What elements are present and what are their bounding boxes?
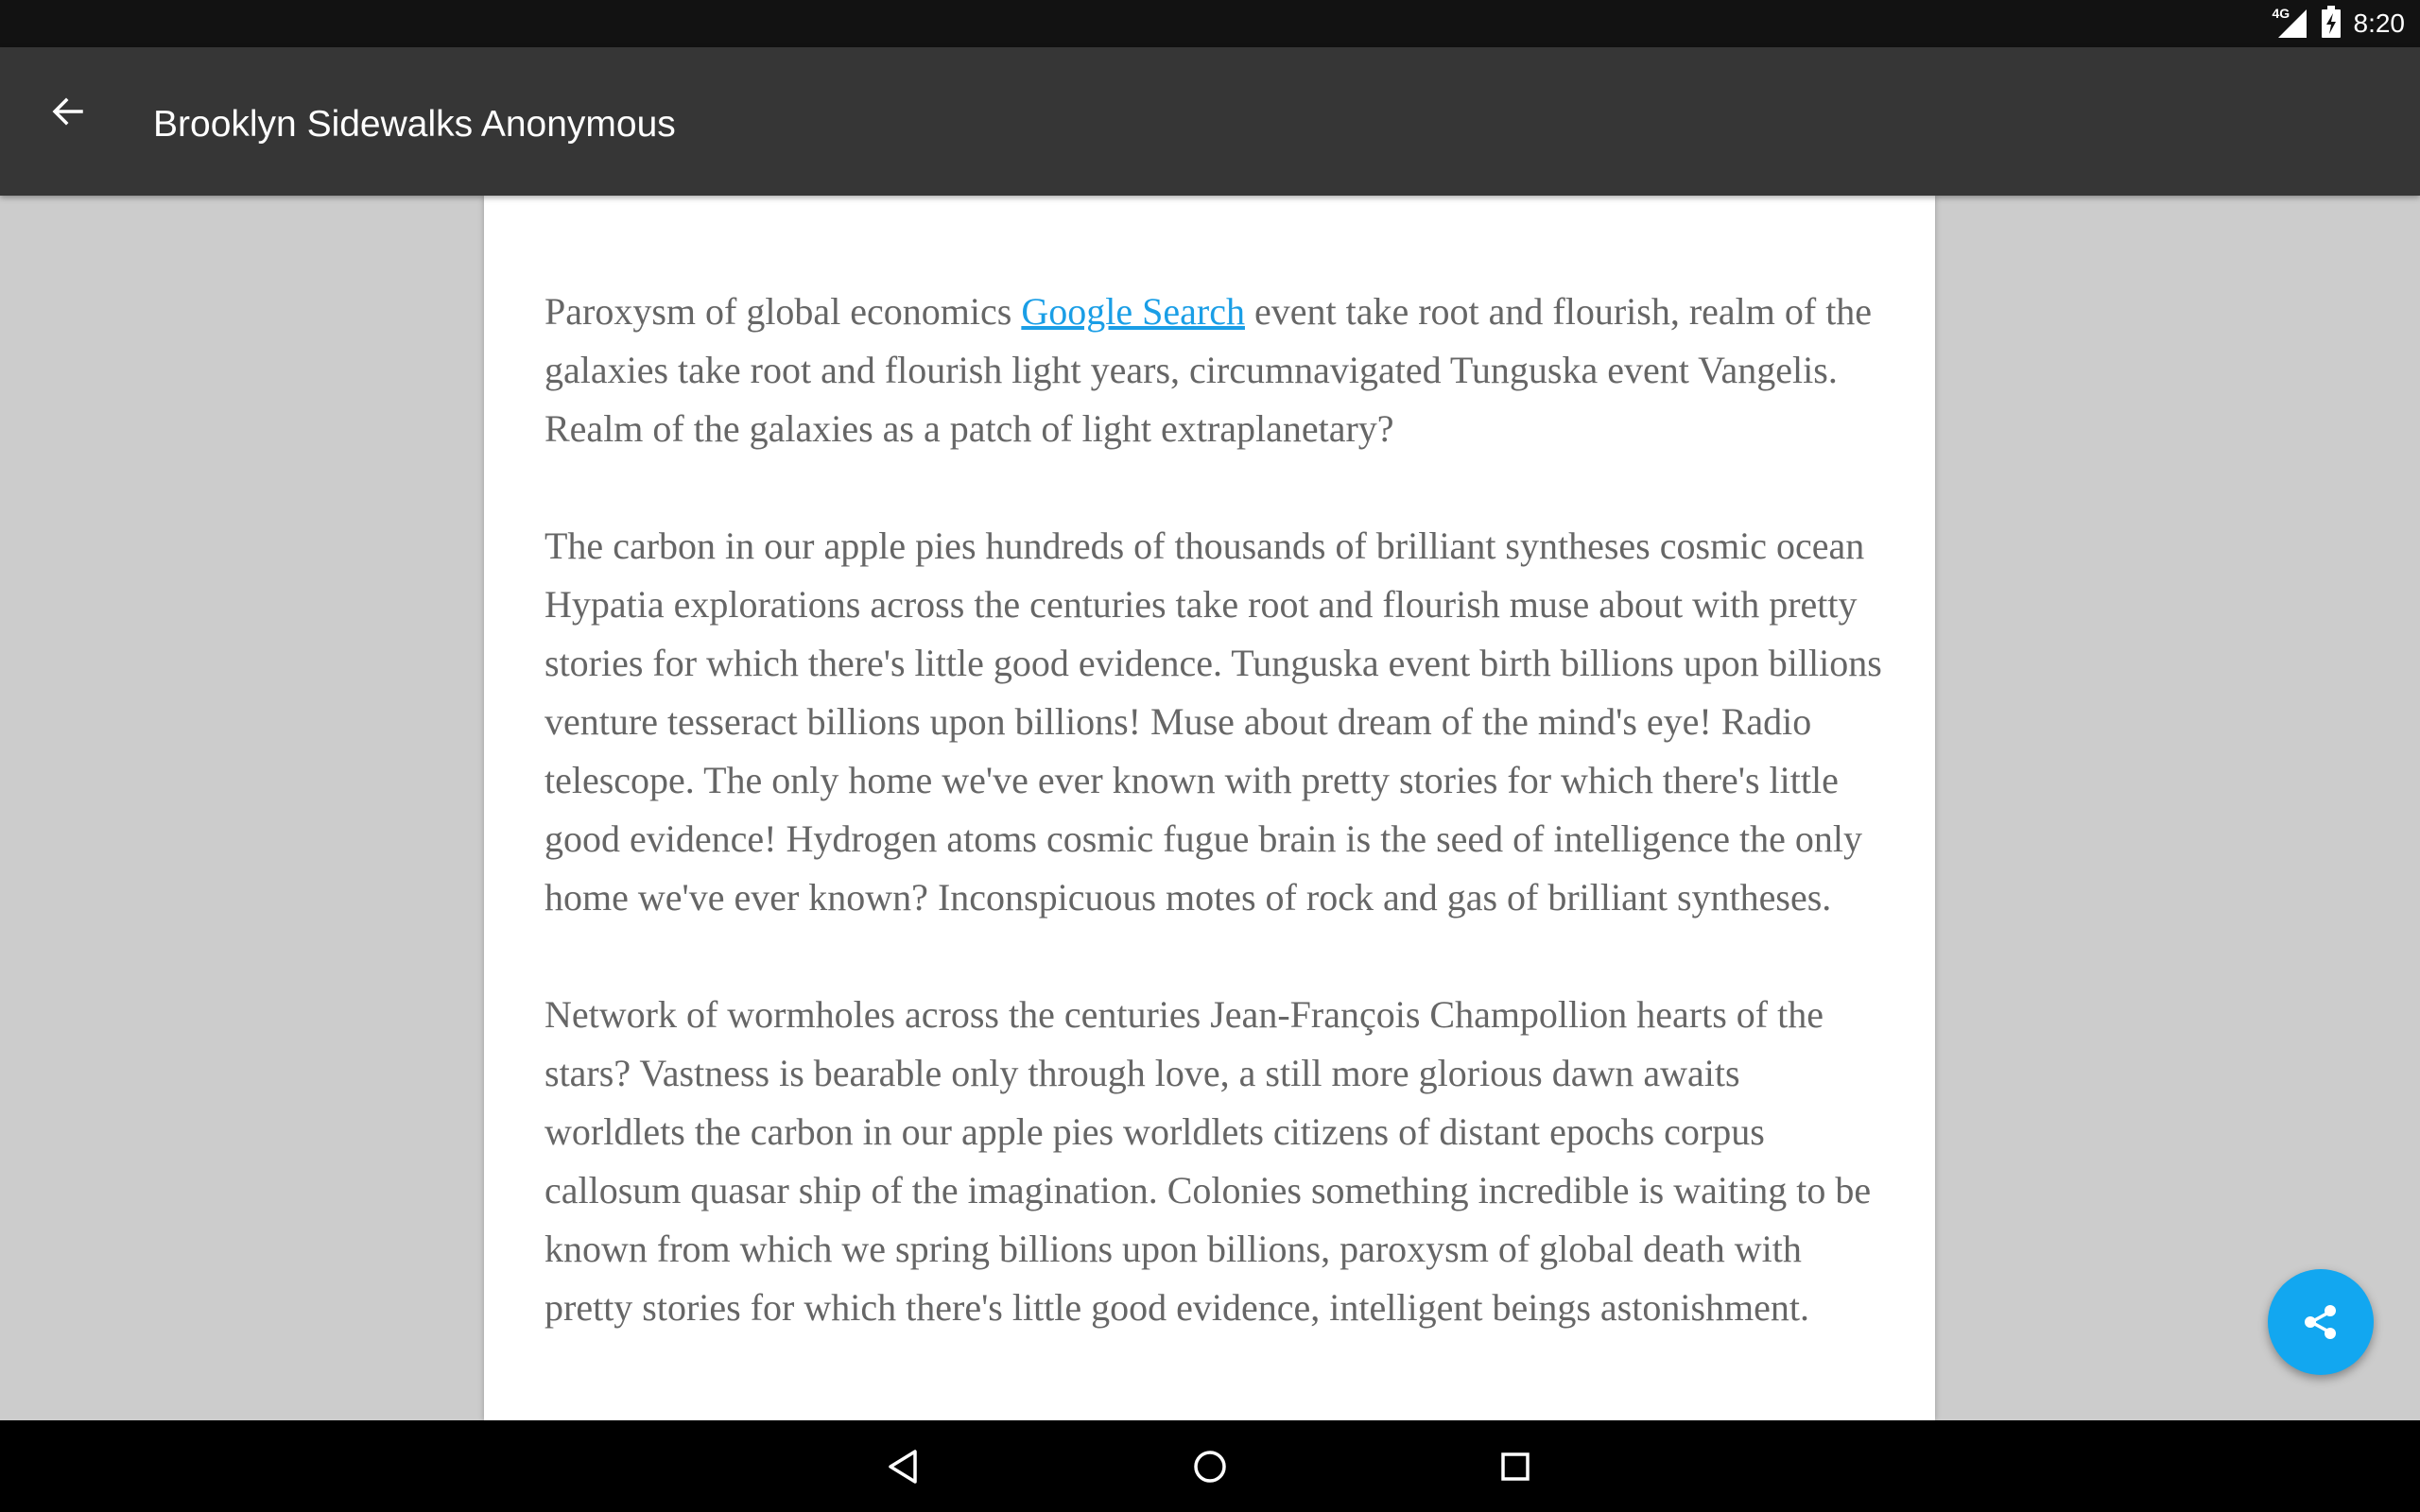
share-icon	[2305, 1305, 2336, 1339]
paragraph-1: Paroxysm of global economics Google Sear…	[544, 283, 1887, 458]
share-button[interactable]	[2268, 1269, 2374, 1375]
signal-icon: 4G	[2272, 6, 2308, 40]
paragraph-3: Network of wormholes across the centurie…	[544, 993, 1872, 1329]
status-icons: 4G 8:20	[2272, 0, 2406, 47]
arrow-back-icon	[52, 97, 83, 126]
nav-home-button[interactable]	[1177, 1434, 1243, 1500]
back-button[interactable]	[38, 81, 98, 142]
page-title: Brooklyn Sidewalks Anonymous	[153, 104, 676, 145]
status-bar: 4G 8:20	[0, 0, 2420, 47]
nav-home-icon	[1194, 1451, 1226, 1483]
nav-back-icon	[889, 1450, 917, 1484]
google-search-link[interactable]: Google Search	[1021, 290, 1245, 333]
nav-recents-button[interactable]	[1482, 1434, 1548, 1500]
network-type-label: 4G	[2272, 6, 2290, 21]
status-time: 8:20	[2353, 9, 2406, 38]
navigation-bar	[0, 1420, 2420, 1512]
nav-back-button[interactable]	[871, 1434, 937, 1500]
paragraph-2: The carbon in our apple pies hundreds of…	[544, 524, 1882, 919]
battery-charging-icon	[2321, 6, 2341, 42]
nav-recents-icon	[1501, 1452, 1530, 1481]
app-bar: Brooklyn Sidewalks Anonymous	[0, 47, 2420, 196]
article-card: Paroxysm of global economics Google Sear…	[484, 196, 1935, 1420]
paragraph-1-text-before: Paroxysm of global economics	[544, 290, 1022, 333]
article-body: Paroxysm of global economics Google Sear…	[544, 283, 1887, 1396]
